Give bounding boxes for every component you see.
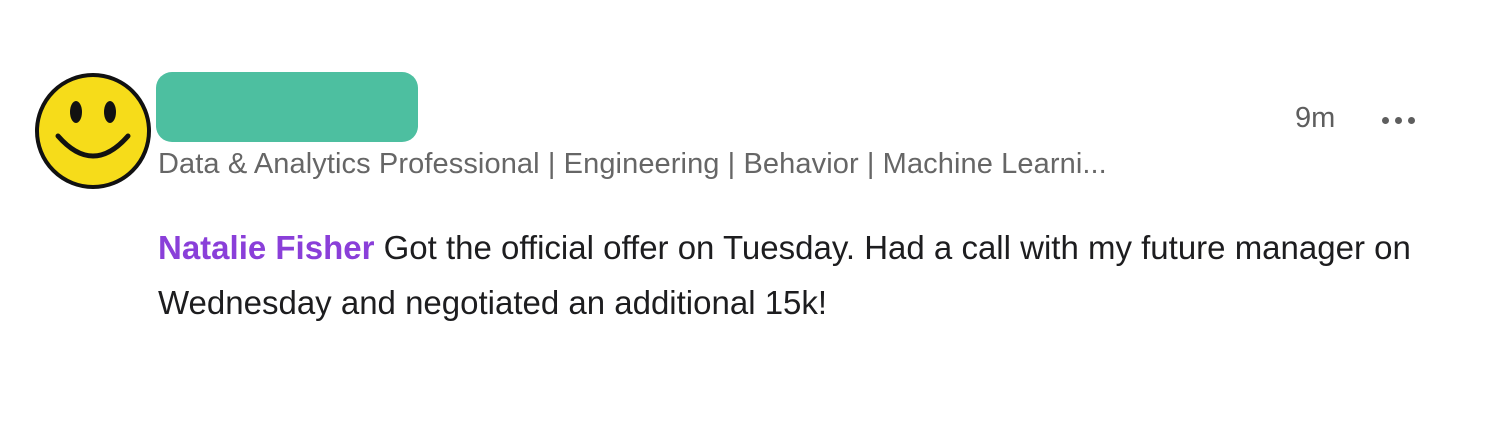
more-options-button[interactable] <box>1370 100 1426 140</box>
name-redaction-block <box>156 72 418 142</box>
smiley-face-icon <box>35 73 151 189</box>
mention-link[interactable]: Natalie Fisher <box>158 229 374 266</box>
avatar[interactable] <box>34 72 152 190</box>
author-headline: Data & Analytics Professional | Engineer… <box>158 148 1107 180</box>
ellipsis-icon <box>1381 116 1415 124</box>
comment-text: Natalie Fisher Got the official offer on… <box>158 220 1438 330</box>
comment-card: k • 1st Data & Analytics Professional | … <box>0 0 1494 440</box>
comment-timestamp: 9m <box>1295 102 1336 134</box>
